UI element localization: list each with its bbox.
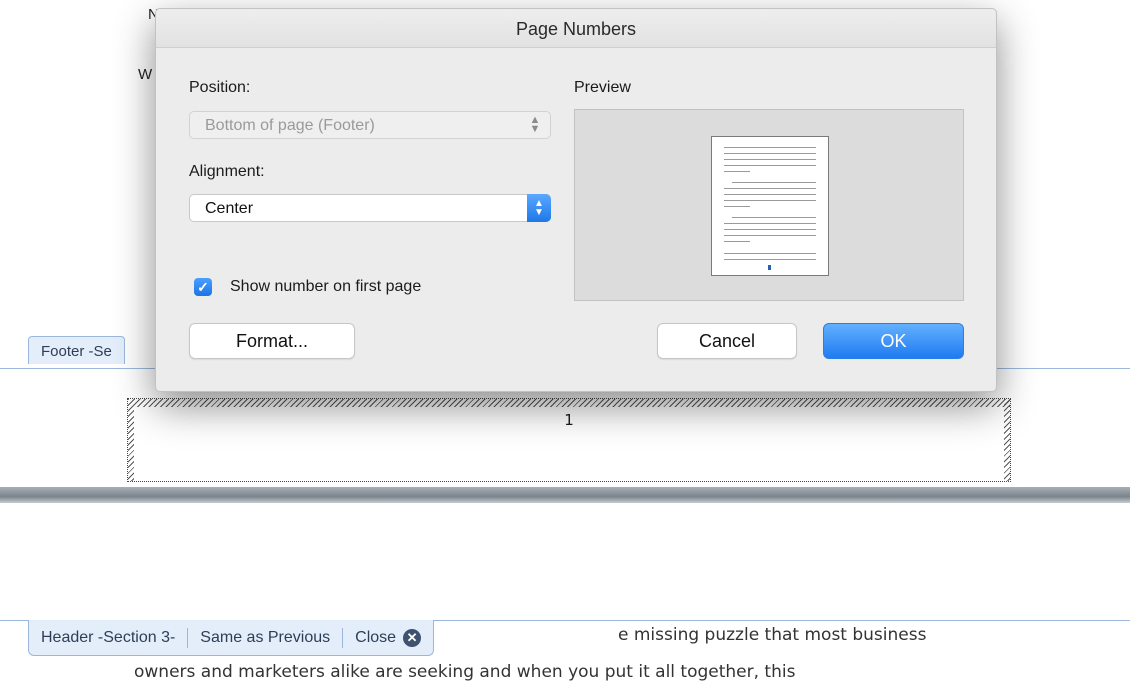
page-numbers-dialog: Page Numbers Position: Bottom of page (F…	[155, 8, 997, 392]
ok-button[interactable]: OK	[823, 323, 964, 359]
footer-area[interactable]: 1	[127, 398, 1011, 482]
divider	[342, 627, 344, 648]
header-section-label: Header -Section 3-	[41, 628, 176, 646]
same-as-previous-link[interactable]: Same as Previous	[198, 629, 332, 647]
preview-line	[724, 200, 816, 201]
position-label: Position:	[189, 79, 251, 96]
preview-line	[724, 171, 750, 172]
body-text-line: e missing puzzle that most business	[618, 625, 927, 645]
chevron-updown-icon[interactable]: ▲ ▼	[527, 194, 551, 222]
preview-line	[724, 235, 816, 236]
alignment-label: Alignment:	[189, 163, 265, 180]
position-select: Bottom of page (Footer) ▲ ▼	[189, 111, 551, 139]
preview-line	[724, 241, 750, 242]
footer-page-number: 1	[564, 411, 574, 429]
dialog-title: Page Numbers	[156, 9, 996, 48]
alignment-select-value: Center	[205, 200, 254, 217]
preview-page-number	[768, 265, 771, 270]
preview-line	[724, 194, 816, 195]
page-separator	[0, 487, 1130, 503]
alignment-select[interactable]: Center ▲ ▼	[189, 194, 551, 222]
preview-page	[711, 136, 829, 276]
preview-area	[574, 109, 964, 301]
chevron-updown-icon: ▲ ▼	[529, 114, 541, 135]
divider	[187, 627, 189, 648]
preview-label: Preview	[574, 79, 631, 96]
preview-line	[724, 223, 816, 224]
preview-line	[724, 188, 816, 189]
preview-line	[724, 259, 816, 260]
header-section-tab: Header -Section 3- Same as Previous Clos…	[28, 620, 435, 656]
preview-line	[732, 217, 816, 218]
footer-section-tab[interactable]: Footer -Se	[28, 336, 125, 364]
close-circle-icon[interactable]: ✕	[403, 628, 422, 647]
preview-line	[724, 229, 816, 230]
doc-partial-text: W	[138, 66, 153, 83]
preview-line	[724, 153, 816, 154]
close-header-button[interactable]: Close ✕	[353, 628, 423, 647]
show-number-checkbox[interactable]: ✓	[194, 278, 212, 296]
footer-section-label: Footer -Se	[41, 343, 112, 360]
cancel-button[interactable]: Cancel	[657, 323, 797, 359]
close-header-label: Close	[355, 628, 397, 646]
preview-line	[724, 165, 816, 166]
position-select-value: Bottom of page (Footer)	[205, 117, 375, 134]
preview-line	[724, 147, 816, 148]
format-button[interactable]: Format...	[189, 323, 355, 359]
preview-line	[724, 253, 816, 254]
preview-line	[732, 182, 816, 183]
preview-line	[724, 159, 816, 160]
show-number-label[interactable]: Show number on first page	[230, 278, 421, 296]
preview-line	[724, 206, 750, 207]
body-text-line: owners and marketers alike are seeking a…	[134, 662, 796, 682]
